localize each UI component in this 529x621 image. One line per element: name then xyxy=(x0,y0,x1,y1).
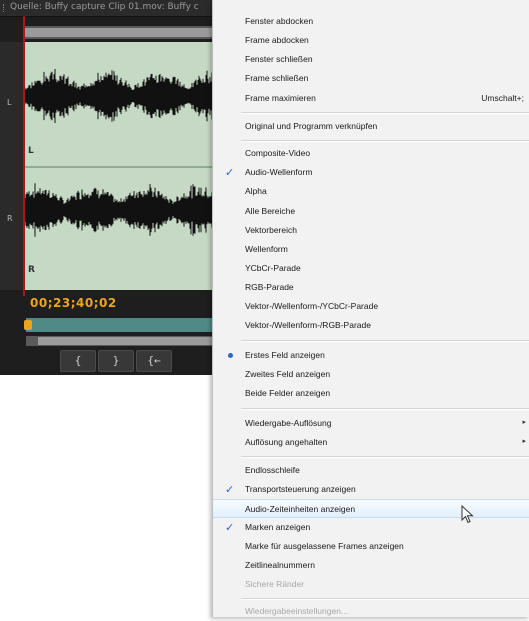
menu-item-wiedergabe-aufloesung[interactable]: Wiedergabe-Auflösung ▸ xyxy=(213,414,529,433)
menu-item-frame-abdocken[interactable]: Frame abdocken xyxy=(213,31,529,50)
menu-item-wiedergabeeinstellungen: Wiedergabeeinstellungen... xyxy=(213,602,529,621)
menu-item-label: Erstes Feld anzeigen xyxy=(245,350,325,360)
menu-separator xyxy=(241,340,529,342)
menu-item-composite-video[interactable]: Composite-Video xyxy=(213,144,529,163)
mouse-pointer-icon xyxy=(461,505,474,524)
gutter-mark-right: R xyxy=(7,214,13,223)
channel-separator xyxy=(24,166,232,168)
transport-controls: { } {← xyxy=(60,350,232,372)
menu-item-transportsteuerung[interactable]: ✓ Transportsteuerung anzeigen xyxy=(213,480,529,499)
menu-item-label: Fenster abdocken xyxy=(245,16,314,26)
playhead-handle[interactable] xyxy=(24,320,32,330)
go-to-in-button[interactable]: {← xyxy=(136,350,172,372)
menu-item-beide-felder[interactable]: Beide Felder anzeigen xyxy=(213,384,529,403)
menu-item-original-programm-verknuepfen[interactable]: Original und Programm verknüpfen xyxy=(213,117,529,136)
playhead-line xyxy=(23,16,25,296)
menu-item-vektor-wellenform-rgb-parade[interactable]: Vektor-/Wellenform-/RGB-Parade xyxy=(213,316,529,335)
zoom-scrollbar-thumb[interactable] xyxy=(38,337,232,345)
menu-item-vektor-wellenform-ycbcr-parade[interactable]: Vektor-/Wellenform-/YCbCr-Parade xyxy=(213,297,529,316)
top-scrollbar[interactable] xyxy=(24,26,232,39)
menu-item-zweites-feld[interactable]: Zweites Feld anzeigen xyxy=(213,365,529,384)
panel-title-bar[interactable]: Quelle: Buffy capture Clip 01.mov: Buffy… xyxy=(0,0,232,17)
checkmark-icon: ✓ xyxy=(225,522,235,534)
menu-separator xyxy=(241,140,529,142)
menu-item-fenster-schliessen[interactable]: Fenster schließen xyxy=(213,50,529,69)
menu-item-label: Zeitlinealnummern xyxy=(245,560,315,570)
menu-item-label: Fenster schließen xyxy=(245,54,313,64)
menu-item-label: Alle Bereiche xyxy=(245,206,296,216)
menu-item-label: Composite-Video xyxy=(245,148,311,158)
checkmark-icon: ✓ xyxy=(225,484,235,496)
menu-item-label: Alpha xyxy=(245,186,267,196)
menu-item-label: RGB-Parade xyxy=(245,282,294,292)
menu-separator xyxy=(241,408,529,410)
menu-item-sichere-raender: Sichere Ränder xyxy=(213,575,529,594)
menu-item-shortcut: Umschalt+; xyxy=(481,93,524,103)
submenu-arrow-icon: ▸ xyxy=(522,438,526,445)
menu-item-ycbcr-parade[interactable]: YCbCr-Parade xyxy=(213,259,529,278)
top-scrollbar-thumb[interactable] xyxy=(24,28,220,37)
menu-item-marken-anzeigen[interactable]: ✓ Marken anzeigen xyxy=(213,518,529,537)
zoom-scrollbar[interactable] xyxy=(26,336,232,346)
menu-item-alle-bereiche[interactable]: Alle Bereiche xyxy=(213,202,529,221)
panel-grip-icon[interactable] xyxy=(3,4,6,12)
menu-item-label: Original und Programm verknüpfen xyxy=(245,121,378,131)
menu-item-label: Audio-Wellenform xyxy=(245,167,313,177)
time-ruler[interactable] xyxy=(26,318,232,332)
mark-out-button[interactable]: } xyxy=(98,350,134,372)
menu-item-label: Wiedergabe-Auflösung xyxy=(245,418,332,428)
submenu-arrow-icon: ▸ xyxy=(522,419,526,426)
menu-separator xyxy=(241,112,529,114)
menu-item-aufloesung-angehalten[interactable]: Auflösung angehalten ▸ xyxy=(213,433,529,452)
context-menu: Fenster abdocken Frame abdocken Fenster … xyxy=(212,0,529,617)
menu-item-label: Marken anzeigen xyxy=(245,522,311,532)
menu-item-fenster-abdocken[interactable]: Fenster abdocken xyxy=(213,12,529,31)
menu-item-endlosschleife[interactable]: Endlosschleife xyxy=(213,461,529,480)
menu-item-erstes-feld[interactable]: Erstes Feld anzeigen xyxy=(213,346,529,365)
menu-item-zeitlinealnummern[interactable]: Zeitlinealnummern xyxy=(213,556,529,575)
menu-item-wellenform[interactable]: Wellenform xyxy=(213,240,529,259)
menu-item-label: YCbCr-Parade xyxy=(245,263,301,273)
menu-item-label: Transportsteuerung anzeigen xyxy=(245,484,356,494)
menu-item-label: Frame schließen xyxy=(245,73,309,83)
mark-in-button[interactable]: { xyxy=(60,350,96,372)
menu-item-marke-ausgelassene-frames[interactable]: Marke für ausgelassene Frames anzeigen xyxy=(213,537,529,556)
menu-item-label: Wiedergabeeinstellungen... xyxy=(245,606,349,616)
menu-item-label: Auflösung angehalten xyxy=(245,437,328,447)
menu-item-audio-zeiteinheiten[interactable]: Audio-Zeiteinheiten anzeigen xyxy=(213,499,529,518)
waveform-gutter: L R xyxy=(0,42,24,290)
menu-separator xyxy=(241,598,529,600)
menu-item-label: Audio-Zeiteinheiten anzeigen xyxy=(245,504,356,514)
menu-item-alpha[interactable]: Alpha xyxy=(213,182,529,201)
gutter-mark-left: L xyxy=(7,98,12,107)
panel-title: Quelle: Buffy capture Clip 01.mov: Buffy… xyxy=(10,2,199,12)
menu-item-vektorbereich[interactable]: Vektorbereich xyxy=(213,221,529,240)
checkmark-icon: ✓ xyxy=(225,167,235,179)
menu-item-label: Vektor-/Wellenform-/YCbCr-Parade xyxy=(245,301,379,311)
radio-dot-icon xyxy=(228,353,233,358)
menu-item-label: Vektorbereich xyxy=(245,225,297,235)
menu-item-rgb-parade[interactable]: RGB-Parade xyxy=(213,278,529,297)
channel-label-right: R xyxy=(28,265,35,275)
menu-item-frame-schliessen[interactable]: Frame schließen xyxy=(213,69,529,88)
menu-separator xyxy=(241,456,529,458)
current-timecode[interactable]: 00;23;40;02 xyxy=(30,296,117,310)
menu-item-label: Frame maximieren xyxy=(245,93,316,103)
channel-label-left: L xyxy=(28,146,34,156)
menu-item-frame-maximieren[interactable]: Frame maximieren Umschalt+; xyxy=(213,89,529,108)
menu-item-audio-wellenform[interactable]: ✓ Audio-Wellenform xyxy=(213,163,529,182)
menu-item-label: Beide Felder anzeigen xyxy=(245,388,331,398)
menu-item-label: Endlosschleife xyxy=(245,465,300,475)
menu-item-label: Frame abdocken xyxy=(245,35,309,45)
menu-item-label: Marke für ausgelassene Frames anzeigen xyxy=(245,541,404,551)
menu-item-label: Sichere Ränder xyxy=(245,579,305,589)
menu-item-label: Wellenform xyxy=(245,244,288,254)
menu-item-label: Vektor-/Wellenform-/RGB-Parade xyxy=(245,320,371,330)
menu-item-label: Zweites Feld anzeigen xyxy=(245,369,331,379)
